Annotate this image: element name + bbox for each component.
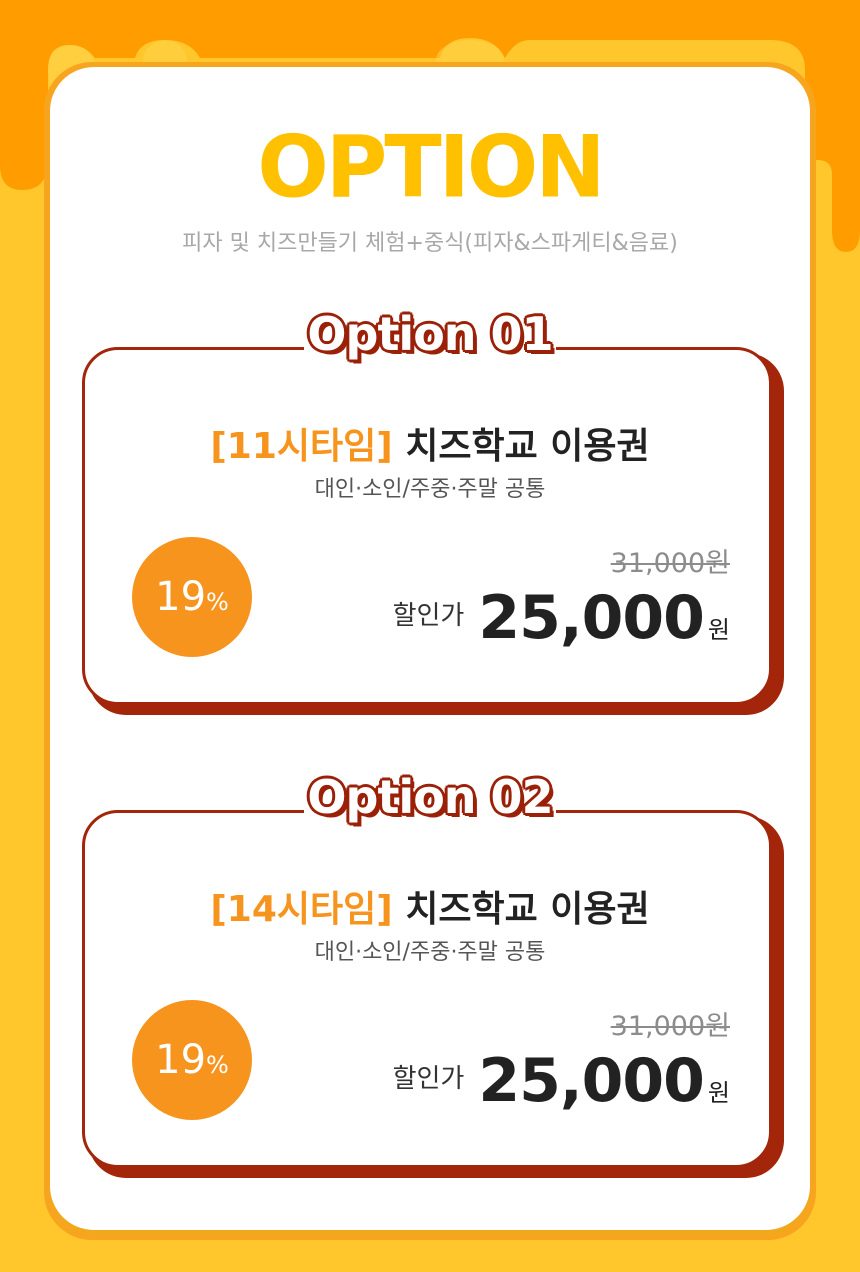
- option-label: Option 01: [307, 307, 553, 361]
- time-slot: [11시타임]: [210, 426, 393, 467]
- page-title: OPTION: [257, 117, 605, 217]
- ticket-name: 치즈학교 이용권: [405, 426, 650, 467]
- discount-badge: 19%: [132, 1000, 252, 1120]
- option-card-01[interactable]: Option 01 [11시타임] 치즈학교 이용권 대인·소인/주중·주말 공…: [82, 307, 784, 715]
- final-price-unit: 원: [707, 616, 730, 644]
- final-price-label: 할인가: [392, 1064, 465, 1094]
- option-subtitle: 대인·소인/주중·주말 공통: [314, 477, 546, 502]
- discount-unit: %: [206, 1051, 229, 1079]
- final-price: 25,000: [478, 583, 705, 653]
- discount-value: 19: [155, 574, 207, 620]
- option-label: Option 02: [307, 770, 553, 824]
- option-title: [11시타임] 치즈학교 이용권: [82, 417, 778, 469]
- final-price-row: 할인가 25,000 원: [393, 583, 730, 653]
- option-subtitle: 대인·소인/주중·주말 공통: [314, 940, 546, 965]
- option-title: [14시타임] 치즈학교 이용권: [82, 880, 778, 932]
- final-price-row: 할인가 25,000 원: [393, 1046, 730, 1116]
- discount-unit: %: [206, 588, 229, 616]
- discount-value: 19: [155, 1037, 207, 1083]
- discount-badge: 19%: [132, 537, 252, 657]
- option-card-02[interactable]: Option 02 [14시타임] 치즈학교 이용권 대인·소인/주중·주말 공…: [82, 770, 784, 1178]
- time-slot: [14시타임]: [210, 889, 393, 930]
- page-subtitle: 피자 및 치즈만들기 체험+중식(피자&스파게티&음료): [182, 231, 678, 256]
- final-price: 25,000: [478, 1046, 705, 1116]
- original-price: 31,000원: [610, 548, 730, 579]
- original-price: 31,000원: [610, 1011, 730, 1042]
- final-price-label: 할인가: [392, 601, 465, 631]
- final-price-unit: 원: [707, 1079, 730, 1107]
- ticket-name: 치즈학교 이용권: [405, 889, 650, 930]
